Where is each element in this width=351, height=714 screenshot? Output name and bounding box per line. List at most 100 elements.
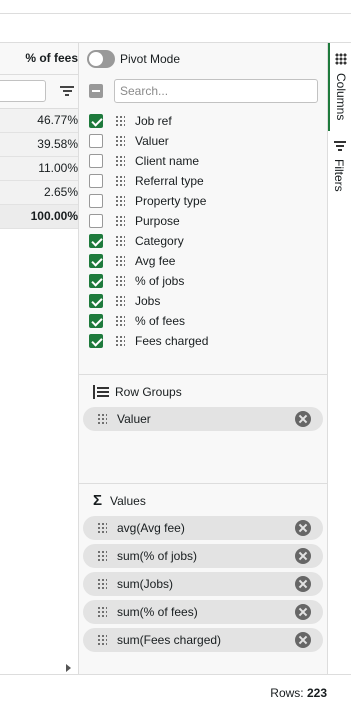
column-label: Job ref (135, 114, 172, 128)
column-label: Property type (135, 194, 207, 208)
column-label: Avg fee (135, 254, 176, 268)
drag-handle-icon[interactable] (97, 522, 107, 534)
column-item-purpose[interactable]: Purpose (89, 211, 325, 231)
pill-label: avg(Avg fee) (117, 521, 185, 535)
total-row[interactable]: 100.00% (0, 205, 78, 229)
drag-handle-icon[interactable] (115, 195, 125, 207)
values-label: Values (110, 494, 146, 508)
values-title: Σ Values (93, 492, 146, 509)
column-item-pct-jobs[interactable]: % of jobs (89, 271, 325, 291)
drag-handle-icon[interactable] (115, 315, 125, 327)
column-item-referral-type[interactable]: Referral type (89, 171, 325, 191)
column-checkbox[interactable] (89, 314, 103, 328)
value-pill[interactable]: avg(Avg fee) (83, 516, 323, 540)
value-pill[interactable]: sum(Fees charged) (83, 628, 323, 652)
grid-rows: 46.77% 39.58% 11.00% 2.65% 100.00% (0, 109, 78, 229)
drag-handle-icon[interactable] (115, 235, 125, 247)
row-group-pill[interactable]: Valuer (83, 407, 323, 431)
column-checkbox[interactable] (89, 254, 103, 268)
table-row[interactable]: 39.58% (0, 133, 78, 157)
column-item-avg-fee[interactable]: Avg fee (89, 251, 325, 271)
scroll-right-arrow-icon[interactable] (66, 664, 71, 672)
pivot-mode-toggle[interactable] (87, 50, 115, 68)
remove-icon[interactable] (295, 548, 311, 564)
sigma-icon: Σ (93, 492, 103, 509)
column-item-fees-charged[interactable]: Fees charged (89, 331, 325, 351)
drag-handle-icon[interactable] (115, 175, 125, 187)
column-checkbox[interactable] (89, 214, 103, 228)
remove-icon[interactable] (295, 520, 311, 536)
column-item-job-ref[interactable]: Job ref (89, 111, 325, 131)
column-search-row (89, 79, 325, 103)
tab-filters[interactable]: Filters (328, 139, 351, 199)
column-checkbox[interactable] (89, 294, 103, 308)
remove-icon[interactable] (295, 604, 311, 620)
drag-handle-icon[interactable] (115, 275, 125, 287)
drag-handle-icon[interactable] (97, 606, 107, 618)
column-label: % of jobs (135, 274, 185, 288)
horizontal-scrollbar[interactable] (0, 661, 78, 674)
column-checkbox[interactable] (89, 174, 103, 188)
column-checkbox[interactable] (89, 134, 103, 148)
pill-label: sum(% of fees) (117, 605, 198, 619)
floating-filter-input[interactable] (0, 80, 46, 102)
toggle-knob (89, 52, 103, 66)
column-checkbox[interactable] (89, 334, 103, 348)
drag-handle-icon[interactable] (97, 550, 107, 562)
drag-handle-icon[interactable] (115, 155, 125, 167)
column-label: % of fees (135, 314, 186, 328)
drag-handle-icon[interactable] (115, 215, 125, 227)
pill-label: sum(% of jobs) (117, 549, 198, 563)
select-all-checkbox[interactable] (89, 84, 103, 98)
drag-handle-icon[interactable] (115, 335, 125, 347)
pill-label: sum(Fees charged) (117, 633, 222, 647)
column-checkbox[interactable] (89, 234, 103, 248)
remove-icon[interactable] (295, 632, 311, 648)
column-item-jobs[interactable]: Jobs (89, 291, 325, 311)
table-row[interactable]: 2.65% (0, 181, 78, 205)
column-item-client-name[interactable]: Client name (89, 151, 325, 171)
pill-label: Valuer (117, 412, 151, 426)
tab-columns-label: Columns (334, 73, 348, 121)
row-groups-drop-zone[interactable]: Row Groups Valuer (79, 374, 328, 482)
column-search-input[interactable] (114, 79, 318, 103)
remove-icon[interactable] (295, 411, 311, 427)
table-row[interactable]: 46.77% (0, 109, 78, 133)
row-count: Rows: 223 (270, 686, 327, 700)
column-label: Jobs (135, 294, 161, 308)
column-label: Purpose (135, 214, 180, 228)
filter-icon[interactable] (60, 86, 74, 98)
grid-floating-filter-row (0, 75, 78, 109)
value-pill[interactable]: sum(Jobs) (83, 572, 323, 596)
drag-handle-icon[interactable] (97, 634, 107, 646)
drag-handle-icon[interactable] (115, 255, 125, 267)
drag-handle-icon[interactable] (97, 413, 107, 425)
values-drop-zone[interactable]: Σ Values avg(Avg fee) sum(% of jobs) sum… (79, 483, 328, 675)
remove-icon[interactable] (295, 576, 311, 592)
column-checkbox[interactable] (89, 194, 103, 208)
column-header-pct-fees[interactable]: % of fees (25, 51, 78, 65)
status-bar: Rows: 223 (0, 674, 351, 714)
column-checkbox[interactable] (89, 274, 103, 288)
filter-icon (334, 141, 346, 151)
drag-handle-icon[interactable] (115, 295, 125, 307)
row-groups-label: Row Groups (115, 385, 182, 399)
column-label: Client name (135, 154, 200, 168)
drag-handle-icon[interactable] (115, 115, 125, 127)
column-label: Referral type (135, 174, 204, 188)
column-item-pct-fees[interactable]: % of fees (89, 311, 325, 331)
column-item-valuer[interactable]: Valuer (89, 131, 325, 151)
column-item-category[interactable]: Category (89, 231, 325, 251)
pivot-mode-row[interactable]: Pivot Mode (87, 49, 180, 69)
drag-handle-icon[interactable] (115, 135, 125, 147)
drag-handle-icon[interactable] (97, 578, 107, 590)
column-checkbox[interactable] (89, 154, 103, 168)
value-pill[interactable]: sum(% of jobs) (83, 544, 323, 568)
value-pill[interactable]: sum(% of fees) (83, 600, 323, 624)
row-groups-icon (93, 385, 109, 399)
column-checkbox[interactable] (89, 114, 103, 128)
tab-columns[interactable]: Columns (328, 43, 351, 131)
pivot-mode-label: Pivot Mode (120, 52, 181, 66)
table-row[interactable]: 11.00% (0, 157, 78, 181)
column-item-property-type[interactable]: Property type (89, 191, 325, 211)
